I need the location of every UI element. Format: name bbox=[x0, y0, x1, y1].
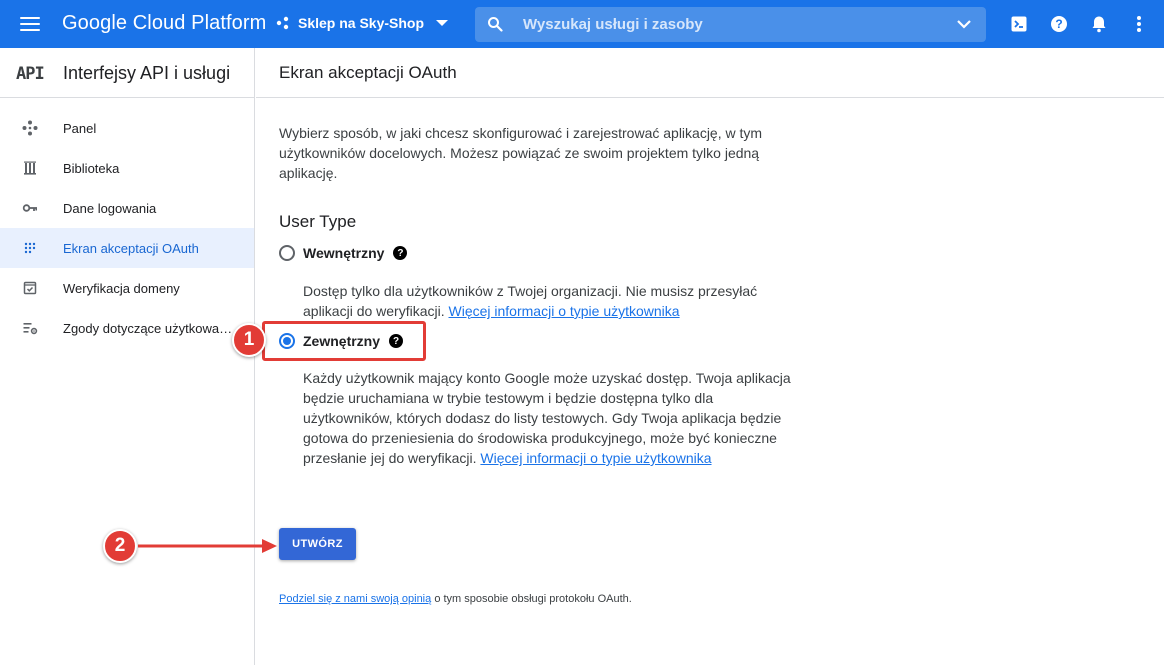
more-vert-icon[interactable] bbox=[1127, 12, 1151, 36]
radio-internal[interactable]: Wewnętrzny ? bbox=[279, 245, 408, 261]
sidebar-item-label: Biblioteka bbox=[63, 160, 120, 176]
sidebar-item-panel[interactable]: Panel bbox=[0, 108, 254, 148]
top-app-bar: Google Cloud Platform Sklep na Sky-Shop bbox=[0, 0, 1164, 48]
sidebar-nav: Panel Biblioteka Dane logowania Ekran ak… bbox=[0, 98, 254, 348]
feedback-link[interactable]: Podziel się z nami swoją opinią bbox=[279, 593, 431, 605]
api-logo: API bbox=[16, 64, 45, 84]
library-icon bbox=[24, 161, 36, 175]
brand-title[interactable]: Google Cloud Platform bbox=[62, 12, 266, 35]
oauth-consent-icon bbox=[24, 242, 36, 254]
page-usage-agreements-icon bbox=[23, 323, 38, 335]
caret-down-icon bbox=[436, 20, 449, 26]
radio-internal-button[interactable] bbox=[279, 245, 295, 261]
step-badge-2: 2 bbox=[103, 529, 137, 563]
intro-text: Wybierz sposób, w jaki chcesz skonfiguro… bbox=[279, 125, 763, 181]
highlight-box bbox=[262, 321, 426, 361]
create-button[interactable]: UTWÓRZ bbox=[279, 528, 356, 560]
hamburger-menu-icon[interactable] bbox=[20, 15, 40, 33]
external-more-info-link[interactable]: Więcej informacji o typie użytkownika bbox=[480, 450, 711, 466]
project-name: Sklep na Sky-Shop bbox=[298, 15, 425, 31]
sidebar-title: Interfejsy API i usługi bbox=[63, 63, 231, 83]
help-icon[interactable]: ? bbox=[393, 246, 408, 260]
sidebar-item-oauth-consent[interactable]: Ekran akceptacji OAuth bbox=[0, 228, 254, 268]
sidebar-item-usage-agreements[interactable]: Zgody dotyczące użytkowan… bbox=[0, 308, 254, 348]
sidebar-item-library[interactable]: Biblioteka bbox=[0, 148, 254, 188]
project-selector[interactable]: Sklep na Sky-Shop bbox=[276, 15, 449, 31]
oauth-form: Wybierz sposób, w jaki chcesz skonfiguro… bbox=[279, 123, 799, 605]
page-title: Ekran akceptacji OAuth bbox=[279, 63, 457, 82]
feedback-suffix: o tym sposobie obsługi protokołu OAuth. bbox=[434, 593, 632, 605]
internal-more-info-link[interactable]: Więcej informacji o typie użytkownika bbox=[449, 303, 680, 319]
dashboard-icon bbox=[22, 120, 38, 136]
radio-internal-label: Wewnętrzny bbox=[303, 245, 385, 261]
main-header: Ekran akceptacji OAuth bbox=[256, 48, 1164, 98]
search-input[interactable] bbox=[523, 7, 923, 42]
chevron-down-icon[interactable] bbox=[956, 18, 972, 30]
arrow-icon bbox=[138, 539, 277, 553]
sidebar: API Interfejsy API i usługi Panel Biblio… bbox=[0, 48, 255, 665]
external-description: Każdy użytkownik mający konto Google moż… bbox=[303, 368, 793, 468]
sidebar-item-label: Ekran akceptacji OAuth bbox=[63, 240, 199, 256]
feedback-text: Podziel się z nami swoją opinią o tym sp… bbox=[279, 593, 632, 605]
key-icon bbox=[22, 204, 37, 212]
sidebar-item-label: Weryfikacja domeny bbox=[63, 280, 180, 296]
user-type-heading: User Type bbox=[279, 212, 357, 231]
sidebar-item-label: Zgody dotyczące użytkowan… bbox=[63, 320, 233, 336]
project-icon bbox=[276, 16, 289, 30]
cloud-shell-icon[interactable] bbox=[1007, 12, 1031, 36]
step-badge-1: 1 bbox=[232, 323, 266, 357]
internal-description: Dostęp tylko dla użytkowników z Twojej o… bbox=[303, 281, 793, 321]
svg-text:?: ? bbox=[1055, 17, 1062, 31]
search-icon bbox=[488, 17, 503, 32]
sidebar-item-label: Dane logowania bbox=[63, 200, 157, 216]
sidebar-item-label: Panel bbox=[63, 120, 97, 136]
sidebar-item-credentials[interactable]: Dane logowania bbox=[0, 188, 254, 228]
help-icon[interactable]: ? bbox=[1047, 12, 1071, 36]
sidebar-header: API Interfejsy API i usługi bbox=[0, 48, 254, 98]
search-bar[interactable] bbox=[475, 7, 986, 42]
sidebar-item-domain-verification[interactable]: Weryfikacja domeny bbox=[0, 268, 254, 308]
domain-verification-icon bbox=[23, 281, 37, 295]
notifications-icon[interactable] bbox=[1087, 12, 1111, 36]
